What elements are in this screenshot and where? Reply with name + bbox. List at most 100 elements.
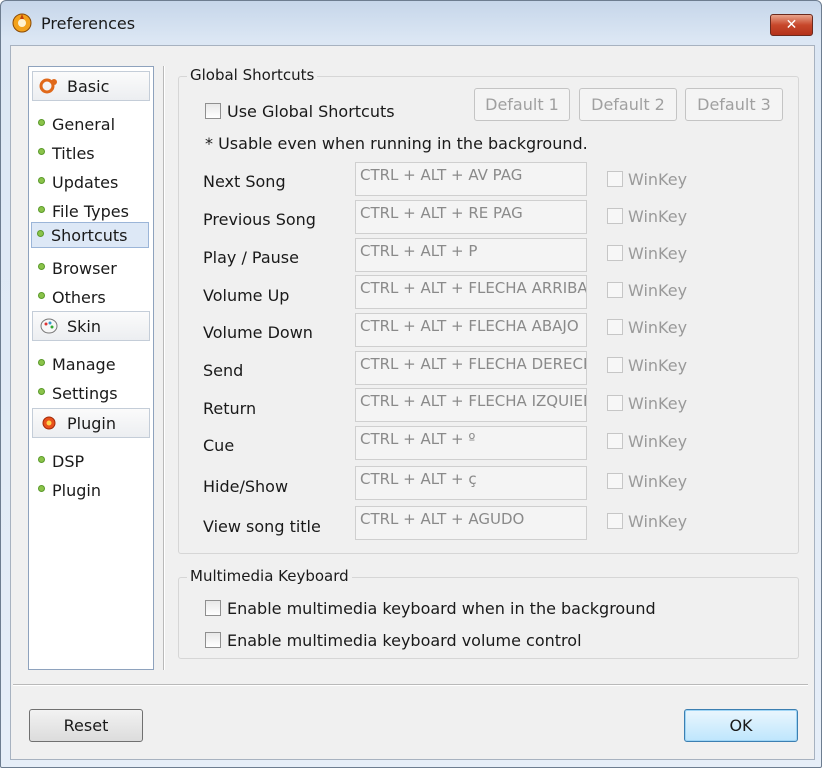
winkey-checkbox[interactable]: [607, 319, 623, 335]
nav-item-label: Titles: [52, 144, 95, 163]
nav-item-shortcuts[interactable]: Shortcuts: [31, 222, 149, 248]
winkey-label: WinKey: [628, 318, 688, 337]
basic-gear-icon: [39, 78, 57, 94]
background-note: * Usable even when running in the backgr…: [205, 134, 588, 153]
winkey-label: WinKey: [628, 244, 688, 263]
action-label: Hide/Show: [203, 477, 289, 496]
nav-item-file-types[interactable]: File Types: [32, 198, 150, 224]
nav-section-label: Skin: [67, 317, 102, 336]
winkey-checkbox[interactable]: [607, 245, 623, 261]
multimedia-keyboard-legend: Multimedia Keyboard: [187, 567, 352, 585]
shortcut-field-view-song-title[interactable]: CTRL + ALT + AGUDO: [355, 506, 587, 540]
reset-button[interactable]: Reset: [29, 709, 143, 742]
use-global-shortcuts-checkbox[interactable]: [205, 103, 221, 119]
shortcut-field-hide-show[interactable]: CTRL + ALT + ç: [355, 466, 587, 500]
close-button[interactable]: ✕: [770, 14, 813, 36]
action-label: Volume Up: [203, 286, 290, 305]
nav-item-label: DSP: [52, 452, 85, 471]
winkey-checkbox[interactable]: [607, 395, 623, 411]
nav-section-plugin[interactable]: Plugin: [32, 408, 150, 438]
nav-item-browser[interactable]: Browser: [32, 255, 150, 281]
nav-item-others[interactable]: Others: [32, 284, 150, 310]
nav-item-plugin[interactable]: Plugin: [32, 477, 150, 503]
nav-item-dsp[interactable]: DSP: [32, 448, 150, 474]
ok-button[interactable]: OK: [684, 709, 798, 742]
winkey-label: WinKey: [628, 394, 688, 413]
nav-section-label: Basic: [67, 77, 110, 96]
bullet-icon: [38, 148, 45, 155]
nav-item-titles[interactable]: Titles: [32, 140, 150, 166]
nav-item-label: Browser: [52, 259, 117, 278]
bullet-icon: [38, 263, 45, 270]
shortcut-field-play-pause[interactable]: CTRL + ALT + P: [355, 238, 587, 272]
bullet-icon: [37, 230, 44, 237]
shortcut-field-send[interactable]: CTRL + ALT + FLECHA DERECHA: [355, 351, 587, 385]
nav-item-label: File Types: [52, 202, 129, 221]
winkey-label: WinKey: [628, 356, 688, 375]
bullet-icon: [38, 359, 45, 366]
nav-item-updates[interactable]: Updates: [32, 169, 150, 195]
winkey-label: WinKey: [628, 432, 688, 451]
nav-item-label: Settings: [52, 384, 118, 403]
bullet-icon: [38, 177, 45, 184]
action-label: View song title: [203, 517, 321, 536]
multimedia-background-label: Enable multimedia keyboard when in the b…: [227, 599, 656, 618]
bullet-icon: [38, 206, 45, 213]
bullet-icon: [38, 456, 45, 463]
nav-item-label: Others: [52, 288, 106, 307]
category-sidebar: Basic General Titles Updates File Types …: [28, 66, 154, 670]
action-label: Next Song: [203, 172, 286, 191]
shortcut-field-volume-up[interactable]: CTRL + ALT + FLECHA ARRIBA: [355, 275, 587, 309]
winkey-checkbox[interactable]: [607, 433, 623, 449]
action-label: Play / Pause: [203, 248, 299, 267]
bullet-icon: [38, 119, 45, 126]
global-shortcuts-legend: Global Shortcuts: [187, 66, 318, 84]
window-title: Preferences: [41, 14, 136, 33]
title-bar: Preferences ✕: [1, 1, 821, 45]
winkey-label: WinKey: [628, 281, 688, 300]
default-3-button[interactable]: Default 3: [685, 88, 783, 121]
nav-item-label: Shortcuts: [51, 226, 128, 245]
action-label: Volume Down: [203, 323, 313, 342]
nav-section-basic[interactable]: Basic: [32, 71, 150, 101]
nav-item-label: Updates: [52, 173, 119, 192]
winkey-label: WinKey: [628, 512, 688, 531]
app-icon: [12, 13, 32, 33]
nav-section-skin[interactable]: Skin: [32, 311, 150, 341]
shortcut-field-volume-down[interactable]: CTRL + ALT + FLECHA ABAJO: [355, 313, 587, 347]
winkey-checkbox[interactable]: [607, 357, 623, 373]
preferences-window: Preferences ✕ Basic General Titles Updat…: [0, 0, 822, 768]
winkey-checkbox[interactable]: [607, 473, 623, 489]
multimedia-volume-label: Enable multimedia keyboard volume contro…: [227, 631, 582, 650]
nav-item-general[interactable]: General: [32, 111, 150, 137]
shortcut-field-return[interactable]: CTRL + ALT + FLECHA IZQUIERDA: [355, 388, 587, 422]
winkey-checkbox[interactable]: [607, 513, 623, 529]
winkey-checkbox[interactable]: [607, 171, 623, 187]
nav-item-settings[interactable]: Settings: [32, 380, 150, 406]
bullet-icon: [38, 485, 45, 492]
action-label: Return: [203, 399, 257, 418]
winkey-checkbox[interactable]: [607, 208, 623, 224]
bullet-icon: [38, 388, 45, 395]
default-2-button[interactable]: Default 2: [579, 88, 677, 121]
shortcut-field-next-song[interactable]: CTRL + ALT + AV PAG: [355, 162, 587, 196]
multimedia-background-checkbox[interactable]: [205, 600, 221, 616]
plugin-icon: [42, 416, 56, 430]
dialog-body: Basic General Titles Updates File Types …: [10, 45, 815, 760]
winkey-checkbox[interactable]: [607, 282, 623, 298]
action-label: Previous Song: [203, 210, 316, 229]
winkey-label: WinKey: [628, 170, 688, 189]
skin-icon: [40, 318, 58, 334]
nav-item-manage[interactable]: Manage: [32, 351, 150, 377]
nav-item-label: Manage: [52, 355, 116, 374]
default-1-button[interactable]: Default 1: [474, 88, 570, 121]
shortcut-field-previous-song[interactable]: CTRL + ALT + RE PAG: [355, 200, 587, 234]
shortcut-field-cue[interactable]: CTRL + ALT + º: [355, 426, 587, 460]
nav-item-label: Plugin: [52, 481, 101, 500]
action-label: Cue: [203, 436, 235, 455]
bullet-icon: [38, 292, 45, 299]
nav-item-label: General: [52, 115, 116, 134]
multimedia-volume-checkbox[interactable]: [205, 632, 221, 648]
action-label: Send: [203, 361, 244, 380]
vertical-divider: [163, 66, 165, 670]
